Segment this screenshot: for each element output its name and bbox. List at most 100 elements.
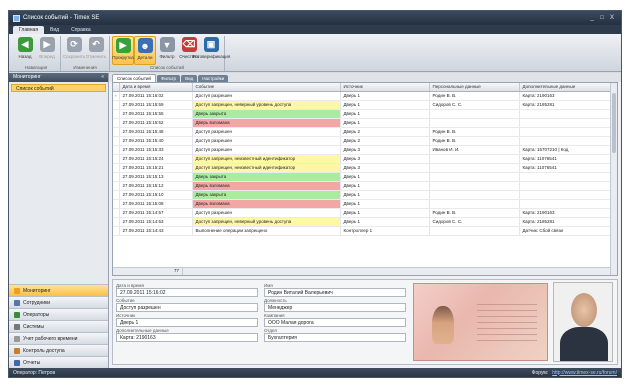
ribbon-button[interactable]: ⌫ Очистить bbox=[178, 36, 200, 65]
column-header-personal-data[interactable]: Персональные данные bbox=[429, 83, 520, 92]
sidebar-nav-label: Операторы bbox=[23, 311, 50, 318]
table-row[interactable]: 27.09.2011 15:15:55 Дверь закрыта Дверь 1 bbox=[113, 109, 617, 119]
sidebar-nav-item[interactable]: Контроль доступа bbox=[9, 344, 108, 356]
close-button[interactable]: X bbox=[607, 15, 617, 21]
horizontal-scrollbar[interactable] bbox=[183, 267, 610, 275]
details-left-column: Дата и время 27.09.2011 15:16:02 Событие До… bbox=[113, 280, 261, 364]
events-grid: Дата и время Событие Источник Персональн… bbox=[112, 82, 618, 276]
detail-value-field[interactable]: ООО Малая дорога bbox=[264, 318, 406, 327]
sidebar-nav-label: Отчеты bbox=[23, 359, 41, 366]
table-row[interactable]: 27.09.2011 15:15:12 Дверь взломана Дверь 1 bbox=[113, 181, 617, 191]
portrait-head bbox=[570, 293, 597, 327]
maximize-button[interactable]: □ bbox=[597, 15, 607, 21]
forum-link[interactable]: http://www.timex-se.ru/forum/ bbox=[552, 370, 617, 376]
cell-additional-data bbox=[519, 172, 617, 182]
cell-additional-data: Карта: 2190163 bbox=[519, 208, 617, 218]
detail-value-field[interactable]: Бухгалтерия bbox=[264, 333, 406, 342]
ribbon-button[interactable]: ☻ Детали bbox=[134, 36, 156, 65]
table-row[interactable]: 27.09.2011 15:15:33 Доступ разрешен Дверь … bbox=[113, 145, 617, 155]
sidebar-nav-item[interactable]: Операторы bbox=[9, 308, 108, 320]
vertical-scrollbar[interactable] bbox=[610, 83, 617, 275]
cell-additional-data: Карта: 15707210 | Код bbox=[519, 145, 617, 155]
table-row[interactable]: 27.09.2011 15:15:21 Доступ запрещен, неиз… bbox=[113, 163, 617, 173]
cell-personal-data bbox=[429, 154, 520, 164]
menu-tab-help[interactable]: Справка bbox=[65, 26, 97, 34]
cell-datetime: 27.09.2011 15:15:52 bbox=[119, 118, 193, 128]
column-header-datetime[interactable]: Дата и время bbox=[119, 83, 193, 92]
cell-source: Дверь 2 bbox=[340, 136, 430, 146]
ribbon-button[interactable]: ◀ Назад bbox=[14, 36, 36, 65]
sidebar-item-event-list[interactable]: Список событий bbox=[11, 84, 106, 92]
ribbon-button[interactable]: ▣ Фотоверификация bbox=[192, 36, 230, 65]
ribbon-group-buttons: ◀ Назад ▶ Вперед bbox=[14, 36, 58, 65]
ribbon-button[interactable]: ▼ Фильтр bbox=[156, 36, 178, 65]
ribbon-button[interactable]: ↶ Отменить bbox=[85, 36, 107, 65]
column-header-source[interactable]: Источник bbox=[340, 83, 430, 92]
detail-value-field[interactable]: 27.09.2011 15:16:02 bbox=[116, 288, 258, 297]
minimize-button[interactable]: _ bbox=[587, 15, 597, 21]
cell-event: Выполнение операции запрещено bbox=[192, 226, 341, 236]
table-row[interactable]: 27.09.2011 15:14:53 Доступ запрещен, неве… bbox=[113, 217, 617, 227]
column-header-event[interactable]: Событие bbox=[192, 83, 341, 92]
ribbon-button-label: Фотоверификация bbox=[191, 54, 231, 59]
sidebar-nav-item[interactable]: Отчеты bbox=[9, 356, 108, 368]
ribbon-group-buttons: ▶ Прокрутка ☻ Детали ▼ Фильтр ⌫ Очистить ▣ Фотове… bbox=[112, 36, 230, 65]
detail-value-field[interactable]: Менеджер bbox=[264, 303, 406, 312]
tab-event-list[interactable]: Список событий bbox=[112, 74, 156, 83]
cell-personal-data: Иванов И. И. bbox=[429, 145, 520, 155]
employees-icon bbox=[14, 299, 20, 306]
table-row[interactable]: 27.09.2011 15:15:52 Дверь взломана Дверь 1 bbox=[113, 118, 617, 128]
cell-personal-data: Родин В. В. bbox=[429, 127, 520, 137]
table-row[interactable]: › 27.09.2011 15:16:02 Доступ разрешен Дверь… bbox=[113, 91, 617, 101]
ribbon: ◀ Назад ▶ Вперед Навигация ⟳ Сохранить ↶ Отменит… bbox=[9, 34, 621, 72]
cell-additional-data bbox=[519, 118, 617, 128]
ribbon-button-label: Прокрутка bbox=[112, 55, 134, 60]
collapse-icon[interactable]: « bbox=[101, 74, 104, 81]
ribbon-group-caption: Изменения bbox=[73, 65, 97, 70]
sidebar-header: Мониторинг « bbox=[9, 73, 108, 82]
sidebar-nav-item[interactable]: Системы bbox=[9, 320, 108, 332]
table-row[interactable]: 27.09.2011 15:15:59 Доступ запрещен, неве… bbox=[113, 100, 617, 110]
cell-additional-data: Датчик: Сбой связи bbox=[519, 226, 617, 236]
menu-tab-home[interactable]: Главная bbox=[13, 26, 45, 34]
menu-tab-view[interactable]: Вид bbox=[44, 26, 65, 34]
detail-value-field[interactable]: Карта: 2190163 bbox=[116, 333, 258, 342]
table-row[interactable]: 27.09.2011 15:14:43 Выполнение операции з… bbox=[113, 226, 617, 236]
cell-source: Дверь 1 bbox=[340, 118, 430, 128]
tab-view[interactable]: Вид bbox=[181, 75, 198, 83]
table-row[interactable]: 27.09.2011 15:14:57 Доступ разрешен Дверь … bbox=[113, 208, 617, 218]
cell-event: Доступ запрещен, неизвестный идентификат… bbox=[192, 163, 341, 173]
tab-filter[interactable]: Фильтр bbox=[156, 75, 181, 83]
detail-value-field[interactable]: Родин Виталий Валерьевич bbox=[264, 288, 406, 297]
detail-value-field[interactable]: Доступ разрешен bbox=[116, 303, 258, 312]
ribbon-group: ▶ Прокрутка ☻ Детали ▼ Фильтр ⌫ Очистить ▣ Фотове… bbox=[110, 36, 230, 71]
table-row[interactable]: 27.09.2011 15:15:24 Доступ запрещен, неиз… bbox=[113, 154, 617, 164]
table-row[interactable]: 27.09.2011 15:15:10 Дверь закрыта Дверь 1 bbox=[113, 190, 617, 200]
sidebar-nav-item[interactable]: Учет рабочего времени bbox=[9, 332, 108, 344]
table-row[interactable]: 27.09.2011 15:15:08 Дверь взломана Дверь 1 bbox=[113, 199, 617, 209]
cell-event: Дверь взломана bbox=[192, 118, 341, 128]
cell-datetime: 27.09.2011 15:14:53 bbox=[119, 217, 193, 227]
table-row[interactable]: 27.09.2011 15:15:48 Доступ разрешен Дверь … bbox=[113, 127, 617, 137]
cell-personal-data: Родин В. В. bbox=[429, 91, 520, 101]
detail-value-field[interactable]: Дверь 1 bbox=[116, 318, 258, 327]
cell-personal-data bbox=[429, 199, 520, 209]
tab-settings[interactable]: Настройки bbox=[198, 75, 229, 83]
scroll-thumb[interactable] bbox=[612, 93, 616, 154]
sidebar-nav-label: Контроль доступа bbox=[23, 347, 65, 354]
column-header-additional-data[interactable]: Дополнительные данные bbox=[519, 83, 617, 92]
ribbon-button[interactable]: ▶ Прокрутка bbox=[112, 36, 134, 65]
sidebar-nav-item[interactable]: Мониторинг bbox=[9, 284, 108, 296]
content-tabs: Список событий Фильтр Вид Настройки bbox=[109, 73, 621, 83]
cell-datetime: 27.09.2011 15:15:24 bbox=[119, 154, 193, 164]
reports-icon bbox=[14, 359, 20, 366]
ribbon-button[interactable]: ▶ Вперед bbox=[36, 36, 58, 65]
cell-additional-data: Карта: 2190163 bbox=[519, 91, 617, 101]
sidebar-title: Мониторинг bbox=[13, 74, 41, 80]
cell-datetime: 27.09.2011 15:15:10 bbox=[119, 190, 193, 200]
ribbon-button[interactable]: ⟳ Сохранить bbox=[63, 36, 85, 65]
table-row[interactable]: 27.09.2011 15:15:40 Доступ разрешен Дверь … bbox=[113, 136, 617, 146]
table-row[interactable]: 27.09.2011 15:15:13 Дверь закрыта Дверь 1 bbox=[113, 172, 617, 182]
sidebar-nav-item[interactable]: Сотрудники bbox=[9, 296, 108, 308]
cell-personal-data bbox=[429, 163, 520, 173]
